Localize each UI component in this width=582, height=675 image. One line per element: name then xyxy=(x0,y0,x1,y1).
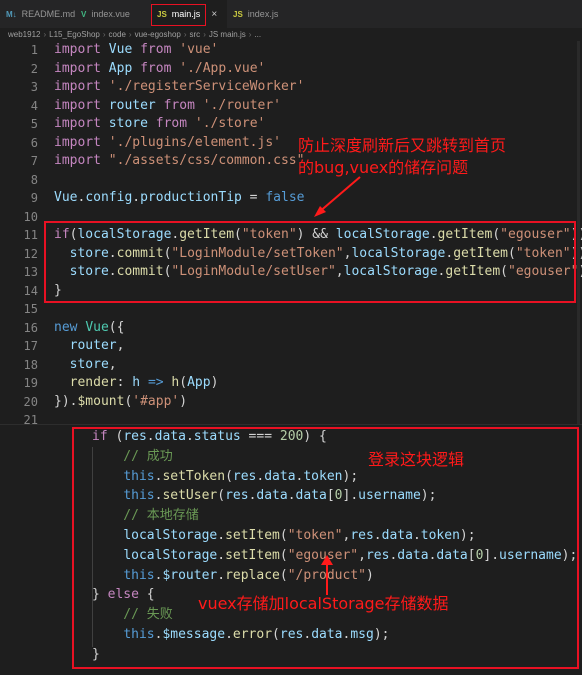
code-line: render: h => h(App) xyxy=(69,375,219,390)
active-tab-highlight xyxy=(151,4,206,26)
line-number: 9 xyxy=(30,191,38,205)
code-line: store, xyxy=(69,356,117,372)
line-number: 17 xyxy=(23,339,38,353)
scrollbar[interactable] xyxy=(577,41,580,425)
breadcrumb-item[interactable]: web1912 xyxy=(8,30,40,39)
annotation-deep-refresh-bug: 防止深度刷新后又跳转到首页 的bug,vuex的储存问题 xyxy=(298,136,507,177)
line-number: 10 xyxy=(23,209,38,224)
line-number: 18 xyxy=(23,357,38,372)
tab-index-js[interactable]: JS index.js xyxy=(227,0,297,28)
line-number: 11 xyxy=(23,228,38,242)
highlight-box-storage-check xyxy=(44,221,576,303)
code-line: }).$mount('#app') xyxy=(54,393,188,409)
line-number: 2 xyxy=(30,61,38,76)
code-line: import './registerServiceWorker' xyxy=(54,79,305,94)
line-number: 4 xyxy=(30,98,38,113)
tab-label: index.js xyxy=(247,9,279,19)
code-editor-main-js[interactable]: 1 import Vue from 'vue' 2 import App from … xyxy=(0,41,582,427)
tab-label: index.vue xyxy=(91,9,130,19)
line-number: 15 xyxy=(23,302,38,316)
line-number: 6 xyxy=(30,135,38,150)
breadcrumb-item[interactable]: ... xyxy=(254,30,261,39)
annotation-vuex-localstorage: vuex存储加localStorage存储数据 xyxy=(198,594,449,613)
breadcrumb-item[interactable]: vue-egoshop xyxy=(135,30,181,39)
breadcrumb-item[interactable]: L15_EgoShop xyxy=(49,30,100,39)
close-icon[interactable]: × xyxy=(211,9,217,20)
code-line: import Vue from 'vue' xyxy=(54,42,219,57)
javascript-icon: JS xyxy=(233,9,243,19)
code-line: Vue.config.productionTip = false xyxy=(54,190,305,205)
line-number: 8 xyxy=(30,172,38,187)
line-number: 3 xyxy=(30,80,38,94)
editor-tab-bar: M↓ README.md V index.vue JS main.js × JS… xyxy=(0,0,582,28)
line-number: 20 xyxy=(23,394,38,409)
markdown-icon: M↓ xyxy=(6,9,17,19)
vue-icon: V xyxy=(81,9,87,19)
tab-index-vue[interactable]: V index.vue xyxy=(75,0,151,28)
breadcrumb-item[interactable]: JS main.js xyxy=(209,30,246,39)
line-number: 7 xyxy=(30,154,38,168)
tab-label: README.md xyxy=(21,9,76,19)
line-number: 12 xyxy=(23,246,38,261)
line-number: 16 xyxy=(23,320,38,335)
line-number: 14 xyxy=(23,283,38,298)
code-snippet-login: if (res.data.status === 200) { // 成功 thi… xyxy=(0,425,582,675)
line-number: 1 xyxy=(30,43,38,57)
code-line: router, xyxy=(69,338,125,353)
breadcrumb-item[interactable]: code xyxy=(109,30,126,39)
annotation-login-logic: 登录这块逻辑 xyxy=(368,450,465,469)
line-number: 5 xyxy=(30,117,38,131)
code-line: import './plugins/element.js' xyxy=(54,134,281,150)
line-number: 19 xyxy=(23,376,38,390)
line-number: 13 xyxy=(23,265,38,279)
code-line: new Vue({ xyxy=(54,319,125,335)
breadcrumb-item[interactable]: src xyxy=(190,30,201,39)
code-line: import "./assets/css/common.css" xyxy=(54,153,305,168)
code-line: import App from './App.vue' xyxy=(54,60,266,76)
breadcrumb: web1912 › L15_EgoShop › code › vue-egoshop ›… xyxy=(8,30,262,39)
highlight-box-login-logic xyxy=(72,427,579,669)
code-line: import store from './store' xyxy=(54,116,266,131)
code-line: import router from './router' xyxy=(54,97,282,113)
tab-readme[interactable]: M↓ README.md xyxy=(0,0,75,28)
